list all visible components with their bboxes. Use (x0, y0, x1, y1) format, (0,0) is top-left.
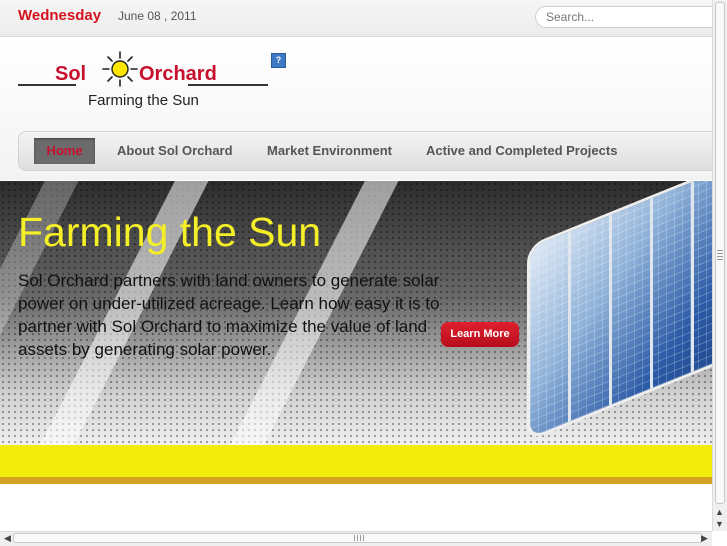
hero-description: Sol Orchard partners with land owners to… (18, 271, 440, 359)
yellow-band (0, 445, 727, 477)
site-logo[interactable]: Sol Orchard Farming the Sun (18, 49, 270, 111)
logo-word-sol: Sol (55, 63, 87, 85)
scroll-right-icon[interactable]: ▶ (697, 531, 712, 545)
scroll-left-icon[interactable]: ◀ (0, 531, 15, 545)
nav-item-market-environment[interactable]: Market Environment (267, 132, 392, 170)
date-label: June 08 , 2011 (118, 9, 197, 23)
logo-word-orchard: Orchard (139, 63, 217, 85)
search-input[interactable] (535, 6, 727, 28)
logo-tagline: Farming the Sun (88, 92, 199, 109)
hero-banner: Farming the Sun Sol Orchard partners wit… (0, 181, 727, 445)
nav-item-home[interactable]: Home (34, 138, 95, 164)
learn-more-button[interactable]: Learn More (441, 322, 519, 347)
scroll-down-icon[interactable]: ▼ (712, 517, 727, 531)
nav-item-projects[interactable]: Active and Completed Projects (426, 132, 617, 170)
hero-headline: Farming the Sun (18, 209, 322, 255)
nav-item-about[interactable]: About Sol Orchard (117, 132, 233, 170)
site-header: Sol Orchard Farming the Sun ? Home About… (0, 37, 727, 180)
solar-panel-image (530, 181, 727, 438)
help-icon[interactable]: ? (271, 53, 286, 68)
gold-band (0, 477, 727, 484)
sun-logo-icon (102, 51, 138, 87)
horizontal-scroll-grip (354, 535, 364, 541)
weekday-label: Wednesday (18, 7, 102, 24)
top-bar: Wednesday June 08 , 2011 (0, 0, 727, 37)
vertical-scroll-grip (717, 250, 723, 260)
main-nav: Home About Sol Orchard Market Environmen… (18, 131, 727, 171)
